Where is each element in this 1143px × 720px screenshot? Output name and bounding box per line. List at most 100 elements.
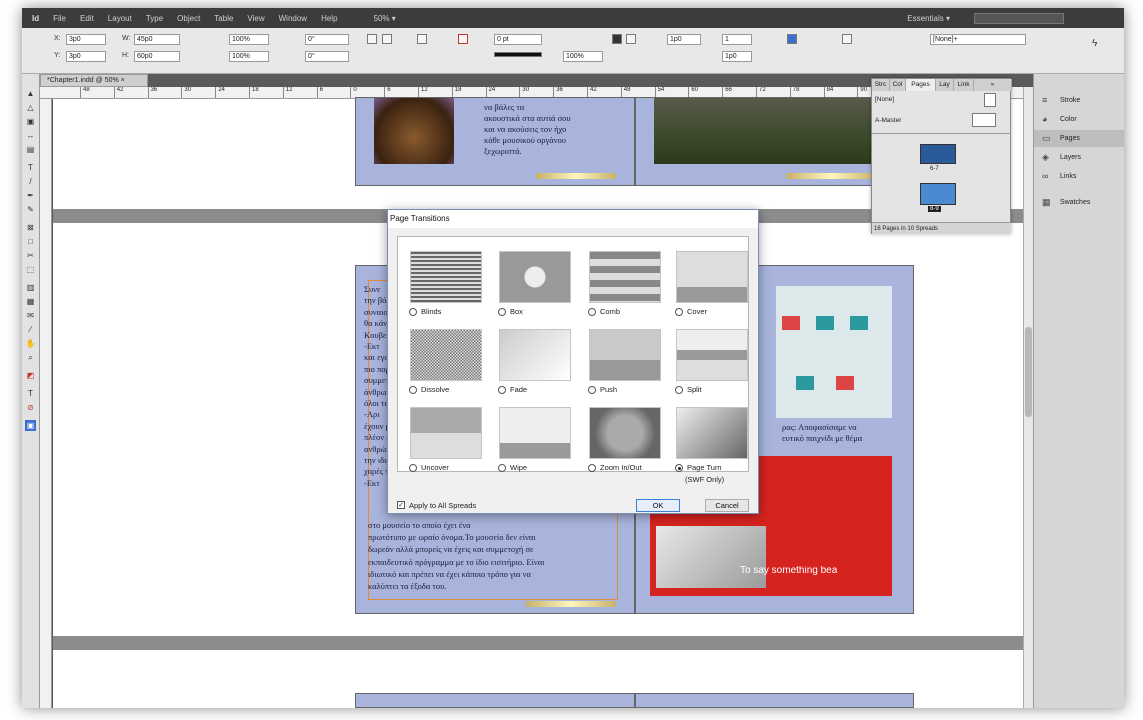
dock-swatches[interactable]: ▦ Swatches — [1034, 194, 1124, 211]
transition-thumb-cover[interactable] — [676, 251, 748, 303]
text-frame-icon[interactable] — [787, 34, 797, 44]
menu-table[interactable]: Table — [214, 14, 233, 23]
zoom-tool-icon[interactable]: ⌕ — [25, 352, 36, 363]
rotate-icon[interactable] — [367, 34, 377, 44]
transition-option-page-turn[interactable]: Page Turn (SWF Only) — [675, 463, 724, 485]
scale-y-field[interactable]: 100% — [229, 51, 269, 62]
menu-edit[interactable]: Edit — [80, 14, 94, 23]
transition-thumb-split[interactable] — [676, 329, 748, 381]
tab-layers[interactable]: Lay — [936, 79, 954, 91]
scissors-tool-icon[interactable]: ✂ — [25, 250, 36, 261]
cancel-button[interactable]: Cancel — [705, 499, 749, 512]
gradient-feather-icon[interactable]: ▦ — [25, 296, 36, 307]
transition-option-cover[interactable]: Cover — [675, 307, 707, 317]
pencil-tool-icon[interactable]: ✎ — [25, 204, 36, 215]
radio-button[interactable] — [409, 464, 417, 472]
radio-button[interactable] — [675, 386, 683, 394]
transition-option-fade[interactable]: Fade — [498, 385, 527, 395]
spread-thumb-8-9[interactable] — [920, 183, 956, 205]
radio-button[interactable] — [409, 308, 417, 316]
tab-structure[interactable]: Strc — [872, 79, 890, 91]
x-field[interactable]: 3p0 — [66, 34, 106, 45]
stroke-type-icon[interactable] — [494, 52, 542, 57]
transition-option-blinds[interactable]: Blinds — [409, 307, 441, 317]
transition-option-push[interactable]: Push — [588, 385, 617, 395]
radio-button[interactable] — [588, 308, 596, 316]
transition-thumb-wipe[interactable] — [499, 407, 571, 459]
master-none-thumb[interactable] — [984, 93, 996, 107]
radio-button[interactable] — [588, 386, 596, 394]
workspace-switcher[interactable]: Essentials ▾ — [907, 14, 950, 23]
menu-window[interactable]: Window — [279, 14, 307, 23]
dock-pages[interactable]: ▭ Pages — [1034, 130, 1124, 147]
radio-button[interactable] — [675, 464, 683, 472]
page-tool-icon[interactable]: ▣ — [25, 116, 36, 127]
transition-option-dissolve[interactable]: Dissolve — [409, 385, 449, 395]
height-field[interactable]: 60p0 — [134, 51, 180, 62]
gradient-tool-icon[interactable]: ▥ — [25, 282, 36, 293]
zoom-level[interactable]: 50% ▾ — [374, 14, 396, 23]
page-bottom-left[interactable] — [355, 693, 635, 708]
master-a-thumb[interactable] — [972, 113, 996, 127]
spread-thumb-6-7[interactable] — [920, 144, 956, 164]
vertical-scrollbar[interactable] — [1023, 87, 1033, 708]
transition-option-split[interactable]: Split — [675, 385, 702, 395]
ok-button[interactable]: OK — [636, 499, 680, 512]
menu-view[interactable]: View — [247, 14, 264, 23]
wrap-icon[interactable] — [842, 34, 852, 44]
align-icon[interactable] — [612, 34, 622, 44]
note-tool-icon[interactable]: ✉ — [25, 310, 36, 321]
scroll-thumb[interactable] — [1025, 327, 1032, 417]
menu-file[interactable]: File — [53, 14, 66, 23]
pen-tool-icon[interactable]: ✒ — [25, 190, 36, 201]
rectangle-frame-icon[interactable]: ⊠ — [25, 222, 36, 233]
transition-option-box[interactable]: Box — [498, 307, 523, 317]
transition-thumb-dissolve[interactable] — [410, 329, 482, 381]
menu-layout[interactable]: Layout — [108, 14, 132, 23]
radio-button[interactable] — [498, 386, 506, 394]
y-field[interactable]: 3p0 — [66, 51, 106, 62]
master-a[interactable]: A-Master — [875, 117, 901, 124]
transition-thumb-box[interactable] — [499, 251, 571, 303]
align-center-icon[interactable] — [626, 34, 636, 44]
page-bottom-right[interactable] — [635, 693, 914, 708]
transition-option-zoom-in-out[interactable]: Zoom In/Out — [588, 463, 642, 473]
dock-color[interactable]: ◕ Color — [1034, 111, 1124, 128]
radio-button[interactable] — [498, 464, 506, 472]
gutter-field[interactable]: 1 — [722, 34, 752, 45]
gap-tool-icon[interactable]: ↔ — [25, 130, 36, 141]
radio-button[interactable] — [675, 308, 683, 316]
free-transform-icon[interactable]: ⬚ — [25, 264, 36, 275]
formatting-icon[interactable]: T — [25, 388, 36, 399]
transition-thumb-uncover[interactable] — [410, 407, 482, 459]
dock-layers[interactable]: ◈ Layers — [1034, 149, 1124, 166]
tab-links[interactable]: Link — [954, 79, 974, 91]
rectangle-tool-icon[interactable]: □ — [25, 236, 36, 247]
quick-apply-icon[interactable]: ϟ — [1092, 38, 1097, 49]
object-style-field[interactable]: [None]+ — [930, 34, 1026, 45]
transition-thumb-blinds[interactable] — [410, 251, 482, 303]
transition-thumb-fade[interactable] — [499, 329, 571, 381]
fill-stroke-icon[interactable]: ◩ — [25, 370, 36, 381]
type-tool-icon[interactable]: T — [25, 162, 36, 173]
transition-thumb-comb[interactable] — [589, 251, 661, 303]
hand-tool-icon[interactable]: ✋ — [25, 338, 36, 349]
selection-tool-icon[interactable]: ▲ — [25, 88, 36, 99]
radio-button[interactable] — [588, 464, 596, 472]
transition-thumb-push[interactable] — [589, 329, 661, 381]
document-tab[interactable]: *Chapter1.indd @ 50% × — [40, 74, 148, 87]
fill-swatch-icon[interactable] — [458, 34, 468, 44]
menu-object[interactable]: Object — [177, 14, 200, 23]
gutter2-field[interactable]: 1p0 — [722, 51, 752, 62]
transition-option-comb[interactable]: Comb — [588, 307, 620, 317]
radio-button[interactable] — [409, 386, 417, 394]
stroke-weight-field[interactable]: 0 pt — [494, 34, 542, 45]
vertical-ruler[interactable] — [40, 99, 52, 708]
content-collector-icon[interactable]: ▤ — [25, 144, 36, 155]
direct-selection-icon[interactable]: △ — [25, 102, 36, 113]
flip-icon[interactable] — [382, 34, 392, 44]
dock-links[interactable]: ∞ Links — [1034, 168, 1124, 185]
page-top-left[interactable]: να βάλες τα ακουστικά στα αυτιά σου και … — [355, 97, 635, 186]
radio-button[interactable] — [498, 308, 506, 316]
eyedropper-icon[interactable]: ⁄ — [25, 324, 36, 335]
